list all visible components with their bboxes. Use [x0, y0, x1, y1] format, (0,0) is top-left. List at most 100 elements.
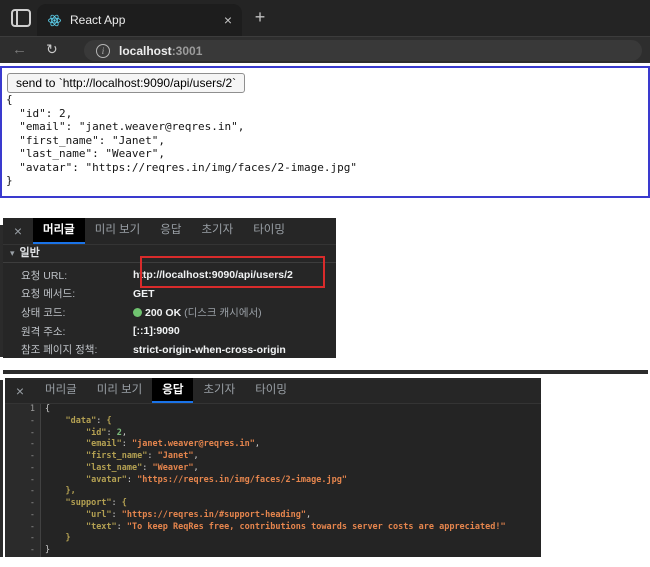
- header-row-value: 200 OK (디스크 캐시에서): [133, 305, 262, 320]
- code-token-string: "janet.weaver@reqres.in": [132, 439, 255, 450]
- collapse-arrow-icon: ▾: [10, 248, 15, 258]
- line-number: -: [5, 498, 41, 510]
- code-line: - }: [5, 533, 541, 545]
- close-panel-icon[interactable]: ×: [5, 378, 35, 403]
- code-text: "id": 2,: [41, 428, 127, 440]
- header-row-value: GET: [133, 287, 155, 300]
- code-token-key: "email": [85, 439, 122, 450]
- tab-layout-icon[interactable]: [11, 9, 31, 27]
- code-token-plain: :: [116, 521, 127, 532]
- tab-close-button[interactable]: ×: [224, 13, 232, 27]
- code-token-plain: :: [96, 415, 107, 426]
- devtools-tab[interactable]: 머리글: [35, 378, 87, 403]
- code-token-key: "last_name": [85, 462, 143, 473]
- code-token-key: "data": [65, 415, 97, 426]
- code-text: }: [41, 533, 71, 545]
- send-request-button[interactable]: send to `http://localhost:9090/api/users…: [7, 73, 246, 93]
- header-row-label: 원격 주소:: [21, 325, 66, 338]
- code-token-string: "https://reqres.in/img/faces/2-image.jpg…: [137, 474, 347, 485]
- code-token-plain: :: [106, 427, 117, 438]
- response-body-viewer: 1{- "data": {- "id": 2, - "email": "janet…: [5, 404, 541, 557]
- code-line: - "avatar": "https://reqres.in/img/faces…: [5, 474, 541, 487]
- browser-tabstrip: React App × +: [0, 0, 650, 36]
- code-token-plain: ,: [193, 451, 199, 461]
- screenshot-root: React App × + ← ↻ i localhost:3001 send …: [0, 0, 650, 567]
- code-token-string: "Janet": [157, 451, 194, 461]
- devtools-tab[interactable]: 응답: [150, 218, 191, 244]
- back-button[interactable]: ←: [12, 41, 27, 58]
- code-line: - "data": {: [5, 415, 541, 428]
- line-number: -: [5, 462, 41, 475]
- code-token-key: "support": [65, 498, 112, 508]
- code-token-plain: :: [111, 498, 122, 508]
- line-number: 1: [5, 404, 41, 416]
- devtools-tab[interactable]: 타이밍: [243, 218, 295, 244]
- header-row: 요청 메서드: GET: [3, 285, 336, 304]
- code-line: - "first_name": "Janet",: [5, 451, 541, 463]
- code-token-key: "url": [85, 509, 112, 520]
- code-token-plain: {: [45, 404, 51, 414]
- code-token-string: "Weaver": [152, 462, 194, 473]
- new-tab-button[interactable]: +: [248, 6, 272, 30]
- url-host: localhost: [119, 43, 172, 58]
- code-token-brace: {: [106, 415, 112, 426]
- line-number: -: [5, 474, 41, 487]
- devtools-tab[interactable]: 응답: [152, 378, 194, 403]
- code-token-plain: ,: [121, 427, 127, 438]
- reload-button[interactable]: ↻: [46, 41, 58, 58]
- browser-tab[interactable]: React App ×: [37, 4, 242, 36]
- code-token-plain: ,: [306, 509, 312, 520]
- code-token-string: "https://reqres.in/#support-heading": [121, 509, 307, 520]
- code-token-string: "To keep ReqRes free, contributions towa…: [126, 521, 506, 532]
- url-bar[interactable]: i localhost:3001: [84, 40, 642, 61]
- code-text: "avatar": "https://reqres.in/img/faces/2…: [41, 475, 347, 487]
- tab-title: React App: [70, 13, 126, 27]
- code-token-plain: }: [45, 545, 51, 555]
- section-label: 일반: [19, 247, 40, 259]
- code-token-brace: }: [65, 533, 71, 544]
- general-section-header[interactable]: ▾ 일반: [3, 245, 336, 263]
- code-token-plain: :: [111, 509, 122, 520]
- code-token-plain: :: [126, 474, 138, 485]
- code-token-plain: :: [142, 462, 153, 473]
- code-text: },: [41, 486, 75, 498]
- devtools-tab[interactable]: 미리 보기: [87, 378, 153, 403]
- devtools-tab[interactable]: 초기자: [191, 218, 243, 244]
- site-info-icon[interactable]: i: [96, 43, 110, 58]
- code-text: "first_name": "Janet",: [41, 451, 199, 463]
- line-number: -: [5, 486, 41, 498]
- line-number: -: [5, 545, 41, 557]
- line-number: -: [5, 521, 41, 534]
- code-line: - "text": "To keep ReqRes free, contribu…: [5, 521, 541, 534]
- devtools-tab[interactable]: 미리 보기: [85, 218, 151, 244]
- browser-addressbar: ← ↻ i localhost:3001: [0, 36, 650, 63]
- header-row-value: http://localhost:9090/api/users/2: [133, 269, 293, 282]
- code-line: - "id": 2,: [5, 427, 541, 440]
- devtools-tab[interactable]: 타이밍: [245, 378, 297, 403]
- line-number: -: [5, 415, 41, 428]
- close-panel-icon[interactable]: ×: [3, 218, 33, 244]
- panel-top-strip: [3, 370, 648, 374]
- devtools-response-panel: × 머리글 미리 보기 응답 초기자 타이밍 1{- "data": {- "id": …: [5, 378, 541, 557]
- code-line: - "url": "https://reqres.in/#support-hea…: [5, 509, 541, 522]
- header-row-label: 요청 URL:: [21, 269, 68, 282]
- header-row-value: strict-origin-when-cross-origin: [133, 343, 286, 356]
- code-text: "email": "janet.weaver@reqres.in",: [41, 439, 260, 451]
- code-token-key: "avatar": [85, 474, 127, 485]
- line-number: -: [5, 509, 41, 522]
- header-row-label: 상태 코드:: [21, 306, 66, 319]
- code-token-plain: ,: [254, 439, 260, 450]
- code-token-key: "id": [85, 427, 107, 438]
- code-text: "data": {: [41, 415, 112, 428]
- line-number: -: [5, 533, 41, 545]
- devtools-tab[interactable]: 초기자: [193, 378, 245, 403]
- devtools-tab[interactable]: 머리글: [33, 218, 85, 244]
- code-token-brace: {: [121, 498, 127, 508]
